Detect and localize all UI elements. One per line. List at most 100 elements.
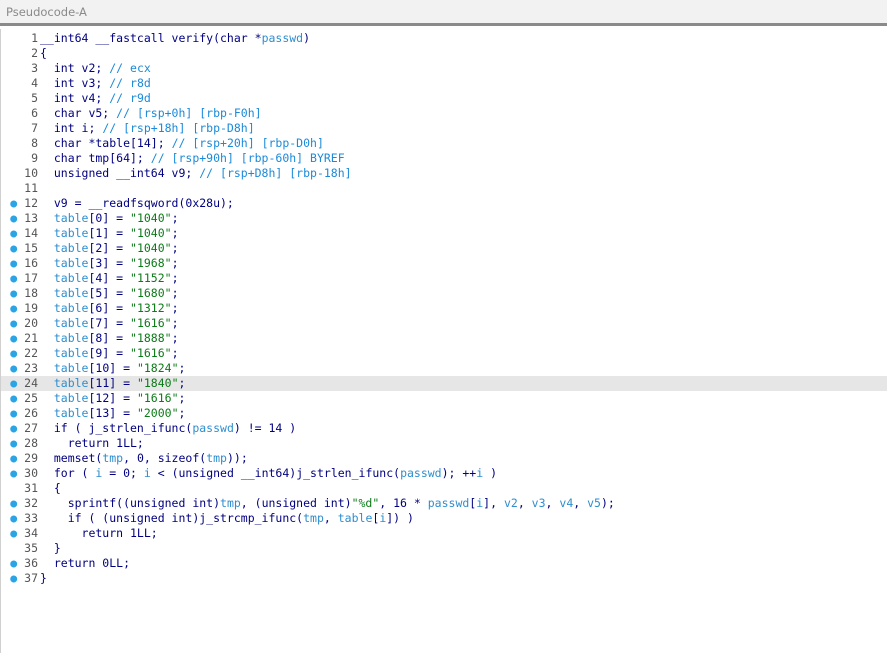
breakpoint-dot-icon[interactable]: ● (10, 436, 17, 450)
line-number: ● 32 (1, 496, 38, 511)
line-number: 10 (1, 166, 38, 181)
breakpoint-dot-icon[interactable]: ● (10, 256, 17, 270)
breakpoint-dot-icon[interactable]: ● (10, 376, 17, 390)
code-text: unsigned __int64 v9; // [rsp+D8h] [rbp-1… (40, 166, 352, 180)
code-line[interactable]: ● 34 return 1LL; (1, 526, 887, 541)
breakpoint-dot-icon[interactable]: ● (10, 496, 17, 510)
breakpoint-dot-icon[interactable]: ● (10, 511, 17, 525)
breakpoint-dot-icon[interactable]: ● (10, 421, 17, 435)
code-line[interactable]: ● 25 table[12] = "1616"; (1, 391, 887, 406)
tab-bar: Pseudocode-A (0, 0, 887, 26)
breakpoint-dot-icon[interactable]: ● (10, 331, 17, 345)
code-line[interactable]: ● 20 table[7] = "1616"; (1, 316, 887, 331)
code-line[interactable]: 2{ (1, 46, 887, 61)
line-number-text: 6 (31, 106, 38, 120)
code-line[interactable]: 31 { (1, 481, 887, 496)
code-line[interactable]: ● 24 table[11] = "1840"; (1, 376, 887, 391)
code-line[interactable]: 8 char *table[14]; // [rsp+20h] [rbp-D0h… (1, 136, 887, 151)
breakpoint-dot-icon[interactable]: ● (10, 391, 17, 405)
line-number: ● 26 (1, 406, 38, 421)
code-line[interactable]: 10 unsigned __int64 v9; // [rsp+D8h] [rb… (1, 166, 887, 181)
line-number-text: 29 (24, 451, 38, 465)
code-line[interactable]: ● 17 table[4] = "1152"; (1, 271, 887, 286)
line-number-text: 10 (24, 166, 38, 180)
code-line[interactable]: ● 16 table[3] = "1968"; (1, 256, 887, 271)
line-number: ● 22 (1, 346, 38, 361)
code-line[interactable]: 4 int v3; // r8d (1, 76, 887, 91)
code-line[interactable]: ● 19 table[6] = "1312"; (1, 301, 887, 316)
code-line[interactable]: ● 28 return 1LL; (1, 436, 887, 451)
code-text: if ( (unsigned int)j_strcmp_ifunc(tmp, t… (40, 511, 414, 525)
code-text: table[2] = "1040"; (53, 241, 179, 255)
breakpoint-dot-icon[interactable]: ● (10, 196, 17, 210)
line-number-text: 5 (31, 91, 38, 105)
breakpoint-dot-icon[interactable]: ● (10, 226, 17, 240)
breakpoint-dot-icon[interactable]: ● (10, 301, 17, 315)
breakpoint-dot-icon[interactable]: ● (10, 526, 17, 540)
code-line[interactable]: 7 int i; // [rsp+18h] [rbp-D8h] (1, 121, 887, 136)
code-text: table[1] = "1040"; (53, 226, 179, 240)
breakpoint-dot-icon[interactable]: ● (10, 286, 17, 300)
code-line[interactable]: ● 12 v9 = __readfsqword(0x28u); (1, 196, 887, 211)
code-text: int v4; // r9d (40, 91, 151, 105)
line-number: 2 (1, 46, 38, 61)
breakpoint-dot-icon[interactable]: ● (10, 271, 17, 285)
code-text: v9 = __readfsqword(0x28u); (40, 196, 234, 210)
breakpoint-dot-icon[interactable]: ● (10, 466, 17, 480)
code-text: char tmp[64]; // [rsp+90h] [rbp-60h] BYR… (40, 151, 345, 165)
code-line[interactable]: 9 char tmp[64]; // [rsp+90h] [rbp-60h] B… (1, 151, 887, 166)
code-line[interactable]: ● 15 table[2] = "1040"; (1, 241, 887, 256)
code-line[interactable]: ● 37} (1, 571, 887, 586)
breakpoint-dot-icon[interactable]: ● (10, 346, 17, 360)
code-text: table[3] = "1968"; (53, 256, 179, 270)
code-line[interactable]: ● 29 memset(tmp, 0, sizeof(tmp)); (1, 451, 887, 466)
code-line[interactable]: ● 36 return 0LL; (1, 556, 887, 571)
code-text: } (40, 571, 47, 585)
line-number: 7 (1, 121, 38, 136)
breakpoint-dot-icon[interactable]: ● (10, 556, 17, 570)
line-number: ● 25 (1, 391, 38, 406)
code-line[interactable]: 35 } (1, 541, 887, 556)
code-line[interactable]: ● 26 table[13] = "2000"; (1, 406, 887, 421)
breakpoint-dot-icon[interactable]: ● (10, 241, 17, 255)
tab-pseudocode-a[interactable]: Pseudocode-A (6, 5, 87, 19)
line-number: ● 34 (1, 526, 38, 541)
breakpoint-dot-icon[interactable]: ● (10, 571, 17, 585)
line-number-text: 31 (24, 481, 38, 495)
breakpoint-dot-icon[interactable]: ● (10, 316, 17, 330)
code-line[interactable]: ● 22 table[9] = "1616"; (1, 346, 887, 361)
code-line[interactable]: 6 char v5; // [rsp+0h] [rbp-F0h] (1, 106, 887, 121)
line-number: 35 (1, 541, 38, 556)
breakpoint-dot-icon[interactable]: ● (10, 451, 17, 465)
code-line[interactable]: ● 32 sprintf((unsigned int)tmp, (unsigne… (1, 496, 887, 511)
line-number: ● 21 (1, 331, 38, 346)
line-number-text: 32 (24, 496, 38, 510)
breakpoint-dot-icon[interactable]: ● (10, 361, 17, 375)
code-line[interactable]: 1 __int64 __fastcall verify(char *passwd) (1, 31, 887, 46)
code-line[interactable]: ● 14 table[1] = "1040"; (1, 226, 887, 241)
line-number: ● 15 (1, 241, 38, 256)
line-number-text: 13 (24, 211, 38, 225)
line-number-text: 26 (24, 406, 38, 420)
code-line[interactable]: 3 int v2; // ecx (1, 61, 887, 76)
code-line[interactable]: ● 30 for ( i = 0; i < (unsigned __int64)… (1, 466, 887, 481)
line-number-text: 18 (24, 286, 38, 300)
code-text: char v5; // [rsp+0h] [rbp-F0h] (40, 106, 262, 120)
code-line[interactable]: ● 21 table[8] = "1888"; (1, 331, 887, 346)
code-line[interactable]: ● 13 table[0] = "1040"; (1, 211, 887, 226)
pseudocode-editor[interactable]: 1 __int64 __fastcall verify(char *passwd)… (0, 29, 887, 653)
code-line[interactable]: ● 18 table[5] = "1680"; (1, 286, 887, 301)
code-text: table[6] = "1312"; (53, 301, 179, 315)
code-line[interactable]: 5 int v4; // r9d (1, 91, 887, 106)
breakpoint-dot-icon[interactable]: ● (10, 211, 17, 225)
breakpoint-dot-icon[interactable]: ● (10, 406, 17, 420)
line-number-text: 8 (31, 136, 38, 150)
code-line[interactable]: ● 23 table[10] = "1824"; (1, 361, 887, 376)
line-number: 8 (1, 136, 38, 151)
code-line[interactable]: ● 27 if ( j_strlen_ifunc(passwd) != 14 ) (1, 421, 887, 436)
line-number-text: 17 (24, 271, 38, 285)
line-number-text: 14 (24, 226, 38, 240)
line-number-text: 7 (31, 121, 38, 135)
code-line[interactable]: ● 33 if ( (unsigned int)j_strcmp_ifunc(t… (1, 511, 887, 526)
code-line[interactable]: 11 (1, 181, 887, 196)
